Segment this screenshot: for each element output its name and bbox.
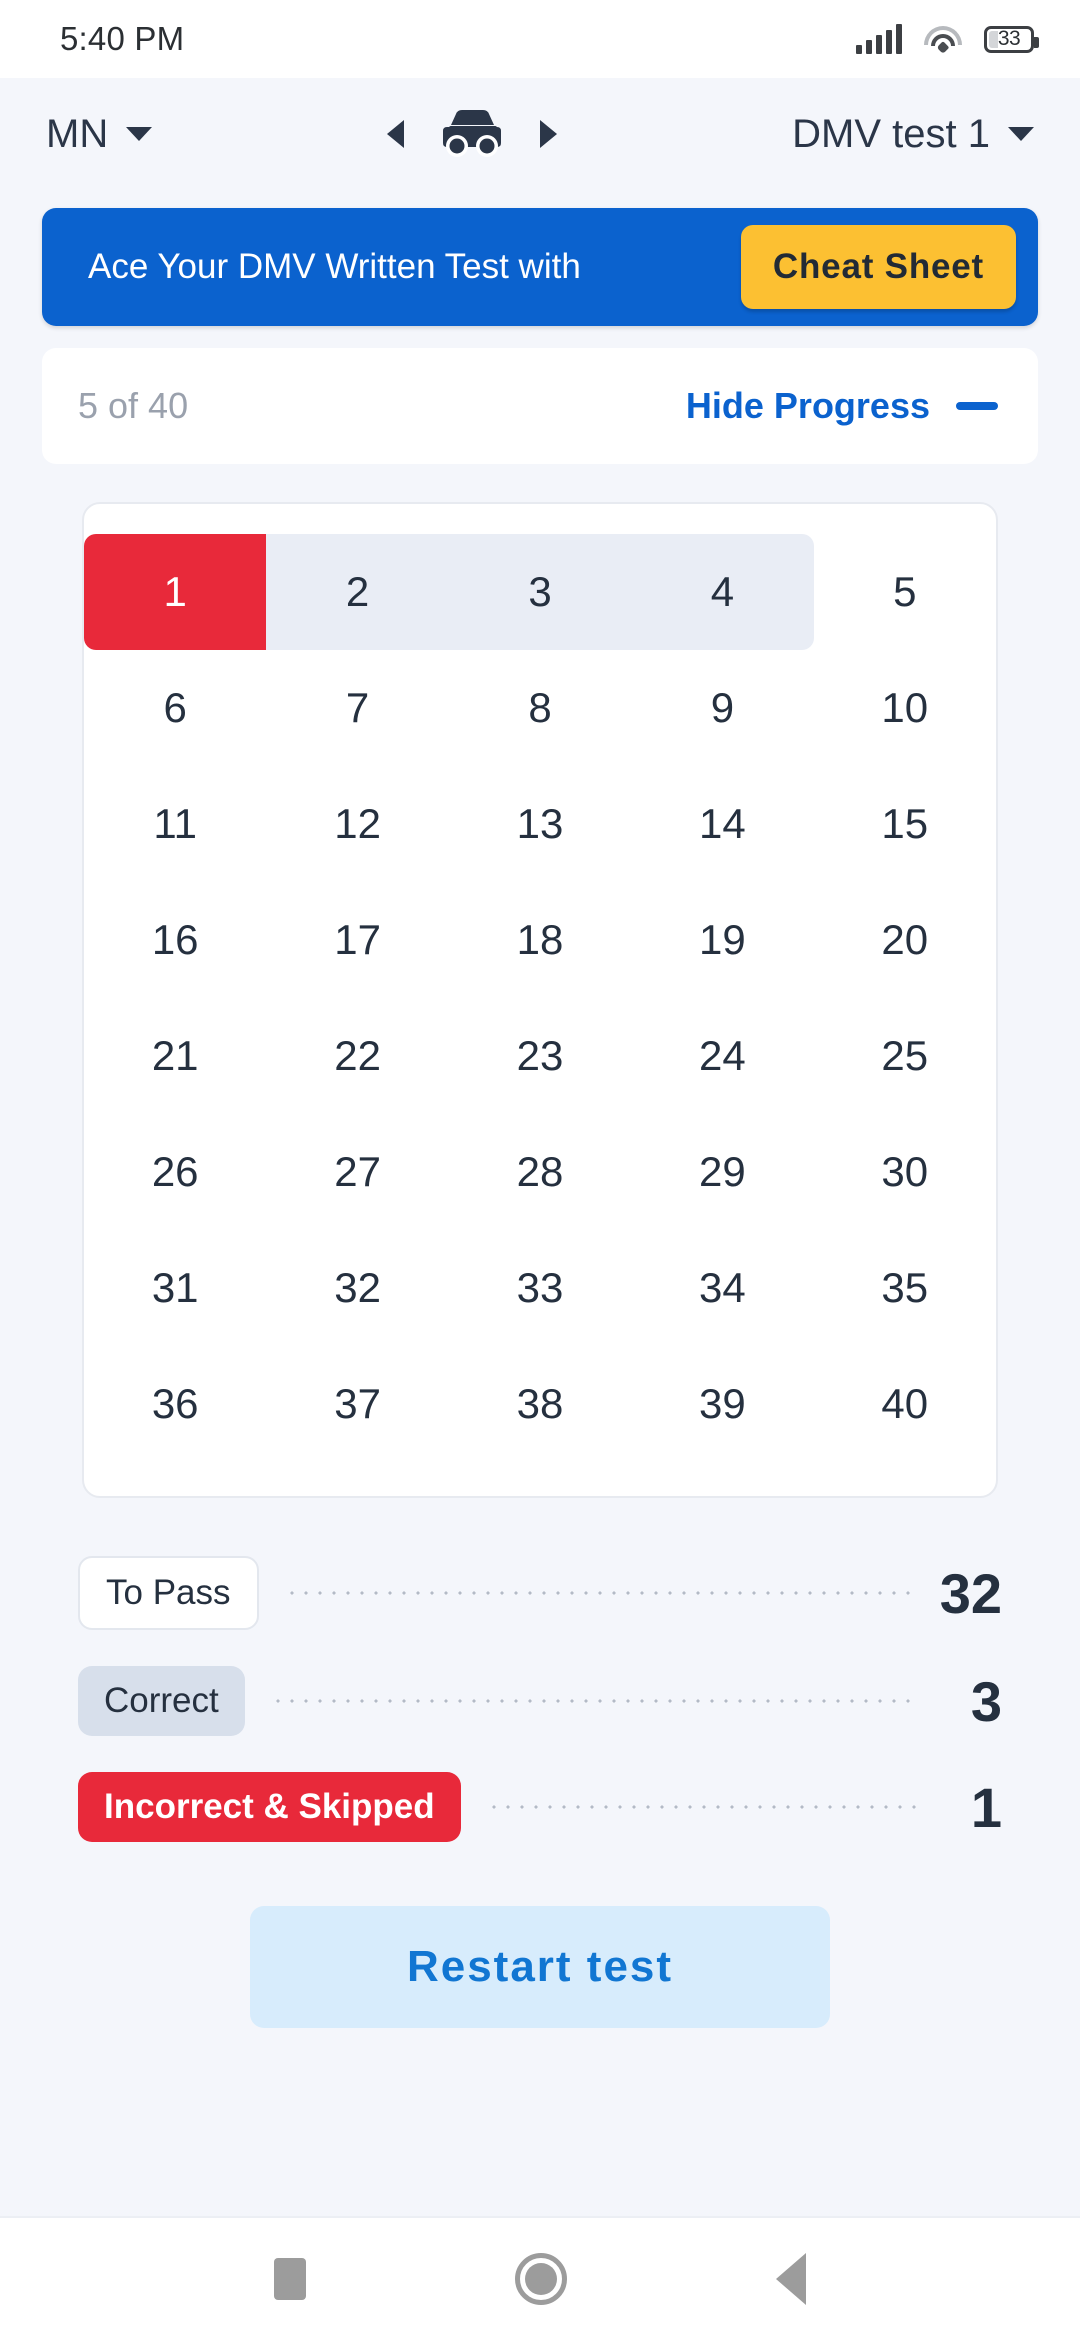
battery-icon: 33 <box>984 25 1039 53</box>
question-cell[interactable]: 22 <box>266 998 448 1114</box>
chevron-right-icon[interactable] <box>540 120 558 148</box>
state-selector[interactable]: MN <box>46 111 153 157</box>
question-grid: 1 2 3 4 5 6 7 8 9 10 11 12 13 14 15 16 17 18 19 20 21 22 23 24 2… <box>84 534 996 1462</box>
question-cell[interactable]: 16 <box>84 882 266 998</box>
question-cell[interactable]: 9 <box>631 650 813 766</box>
app-header: MN DMV test 1 <box>0 78 1080 190</box>
question-cell[interactable]: 18 <box>449 882 631 998</box>
dotted-leader <box>270 1699 916 1703</box>
progress-count: 5 of 40 <box>78 385 189 426</box>
question-cell[interactable]: 33 <box>449 1230 631 1346</box>
statistics-list: To Pass 32 Correct 3 Incorrect & Skipped 1 <box>78 1556 1002 1842</box>
hide-progress-label: Hide Progress <box>685 385 930 426</box>
question-cell[interactable]: 4 <box>631 534 814 650</box>
question-cell[interactable]: 30 <box>814 1114 996 1230</box>
question-cell[interactable]: 19 <box>631 882 813 998</box>
question-cell[interactable]: 35 <box>814 1230 996 1346</box>
stat-value: 3 <box>970 1669 1002 1733</box>
dotted-leader <box>284 1591 914 1595</box>
stat-row: Incorrect & Skipped 1 <box>78 1772 1002 1842</box>
question-cell[interactable]: 2 <box>266 534 449 650</box>
dotted-leader <box>486 1805 916 1809</box>
restart-row: Restart test <box>0 1906 1080 2028</box>
android-nav-bar <box>0 2216 1080 2340</box>
question-cell[interactable]: 5 <box>814 534 996 650</box>
question-cell[interactable]: 34 <box>631 1230 813 1346</box>
battery-fill <box>989 30 998 48</box>
question-cell[interactable]: 10 <box>814 650 996 766</box>
vehicle-type-switcher <box>387 107 558 162</box>
question-cell[interactable]: 38 <box>449 1346 631 1462</box>
status-time: 5:40 PM <box>60 20 185 57</box>
wifi-icon <box>924 24 962 54</box>
minus-icon <box>956 402 998 410</box>
question-grid-card: 1 2 3 4 5 6 7 8 9 10 11 12 13 14 15 16 17 18 19 20 21 22 23 24 2… <box>82 502 998 1498</box>
stat-label-pill: To Pass <box>78 1556 259 1630</box>
question-cell[interactable]: 36 <box>84 1346 266 1462</box>
stat-label-pill: Incorrect & Skipped <box>78 1772 461 1842</box>
triangle-back-icon[interactable] <box>775 2253 806 2305</box>
question-cell[interactable]: 11 <box>84 766 266 882</box>
question-cell[interactable]: 17 <box>266 882 448 998</box>
chevron-down-icon <box>1008 127 1034 141</box>
stat-value: 1 <box>970 1775 1002 1839</box>
question-cell[interactable]: 31 <box>84 1230 266 1346</box>
question-cell[interactable]: 15 <box>814 766 996 882</box>
signal-bars-icon <box>856 24 902 54</box>
state-label: MN <box>46 111 109 156</box>
progress-header: 5 of 40 Hide Progress <box>42 348 1038 464</box>
question-cell[interactable]: 29 <box>631 1114 813 1230</box>
question-cell[interactable]: 24 <box>631 998 813 1114</box>
question-cell[interactable]: 32 <box>266 1230 448 1346</box>
test-name-label: DMV test 1 <box>792 111 990 156</box>
stat-label-pill: Correct <box>78 1666 245 1736</box>
phone-screen: 5:40 PM 33 MN DMV test 1 Ace Your DMV Wr… <box>0 0 1080 2340</box>
stat-row: Correct 3 <box>78 1666 1002 1736</box>
question-cell[interactable]: 39 <box>631 1346 813 1462</box>
question-cell[interactable]: 8 <box>449 650 631 766</box>
question-cell[interactable]: 28 <box>449 1114 631 1230</box>
question-cell[interactable]: 40 <box>814 1346 996 1462</box>
question-cell[interactable]: 7 <box>266 650 448 766</box>
chevron-down-icon <box>126 127 153 141</box>
question-cell[interactable]: 1 <box>84 534 267 650</box>
stat-value: 32 <box>939 1561 1002 1625</box>
promo-banner[interactable]: Ace Your DMV Written Test with Cheat She… <box>42 208 1038 326</box>
question-cell[interactable]: 12 <box>266 766 448 882</box>
status-bar: 5:40 PM 33 <box>0 0 1080 78</box>
restart-test-button[interactable]: Restart test <box>250 1906 830 2028</box>
square-recents-icon[interactable] <box>274 2258 307 2300</box>
question-cell[interactable]: 21 <box>84 998 266 1114</box>
question-cell[interactable]: 3 <box>448 534 632 650</box>
question-cell[interactable]: 25 <box>814 998 996 1114</box>
status-icons: 33 <box>856 24 1039 54</box>
car-icon[interactable] <box>434 107 510 162</box>
question-cell[interactable]: 23 <box>449 998 631 1114</box>
question-cell[interactable]: 37 <box>266 1346 448 1462</box>
promo-banner-text: Ace Your DMV Written Test with <box>88 247 581 286</box>
question-cell[interactable]: 14 <box>631 766 813 882</box>
question-cell[interactable]: 26 <box>84 1114 266 1230</box>
circle-home-icon[interactable] <box>514 2253 567 2305</box>
hide-progress-button[interactable]: Hide Progress <box>686 385 998 427</box>
question-cell[interactable]: 27 <box>266 1114 448 1230</box>
chevron-left-icon[interactable] <box>387 120 405 148</box>
question-cell[interactable]: 20 <box>814 882 996 998</box>
cheat-sheet-button[interactable]: Cheat Sheet <box>740 225 1016 309</box>
question-cell[interactable]: 13 <box>449 766 631 882</box>
stat-row: To Pass 32 <box>78 1556 1002 1630</box>
test-selector[interactable]: DMV test 1 <box>792 112 1034 157</box>
question-cell[interactable]: 6 <box>84 650 266 766</box>
battery-percent: 33 <box>997 27 1021 50</box>
